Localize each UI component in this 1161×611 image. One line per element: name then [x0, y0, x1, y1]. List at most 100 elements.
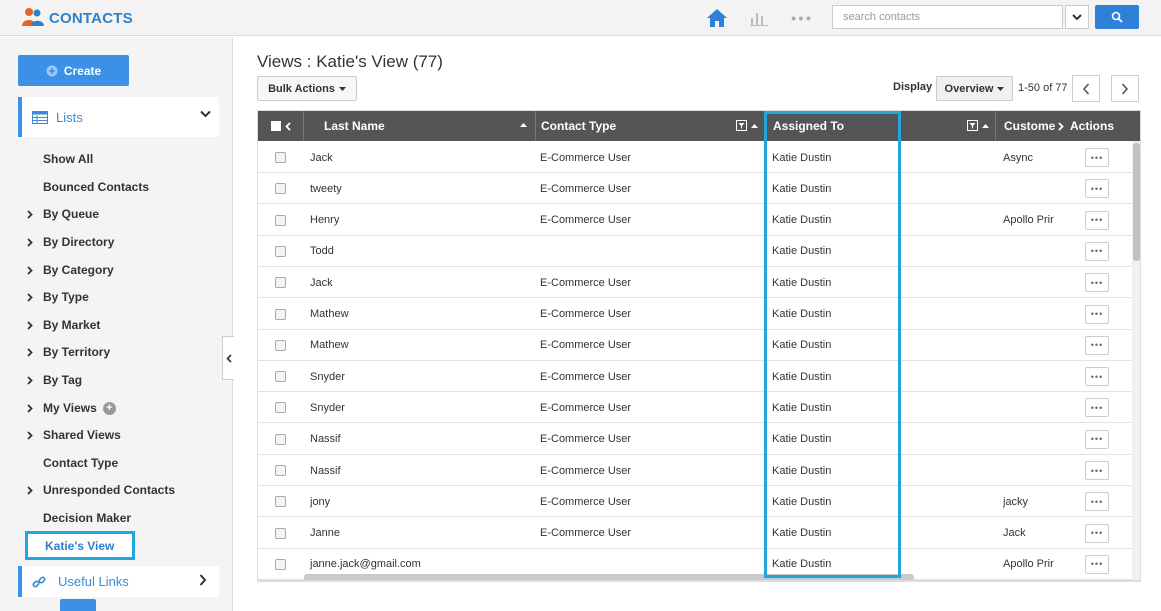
row-actions-button[interactable]: •••	[1085, 367, 1109, 387]
table-row[interactable]: jony E-Commerce User Katie Dustin jacky •••	[258, 486, 1132, 518]
row-checkbox[interactable]	[275, 465, 286, 476]
table-row[interactable]: Janne E-Commerce User Katie Dustin Jack •••	[258, 518, 1132, 549]
row-checkbox[interactable]	[275, 339, 286, 351]
row-actions-button[interactable]: •••	[1085, 179, 1109, 199]
bulk-actions-button[interactable]: Bulk Actions	[257, 76, 357, 101]
row-checkbox[interactable]	[275, 277, 286, 289]
row-checkbox[interactable]	[275, 183, 286, 195]
sidebar-item[interactable]: By Directory	[27, 233, 114, 251]
last-name-cell[interactable]: Todd	[310, 236, 535, 267]
sidebar-item[interactable]: Contact Type	[27, 454, 118, 472]
horizontal-scrollbar[interactable]	[304, 574, 914, 580]
row-actions-button[interactable]: •••	[1085, 398, 1109, 418]
table-row[interactable]: Mathew E-Commerce User Katie Dustin •••	[258, 299, 1132, 330]
row-actions-button[interactable]: •••	[1085, 492, 1109, 512]
row-checkbox[interactable]	[275, 527, 286, 539]
display-mode-select[interactable]: Overview	[936, 76, 1013, 101]
table-row[interactable]: tweety E-Commerce User Katie Dustin •••	[258, 173, 1132, 205]
row-checkbox[interactable]	[275, 496, 286, 508]
last-name-cell[interactable]: Jack	[310, 267, 535, 298]
sidebar-item[interactable]: Shared Views	[27, 426, 121, 444]
row-actions-button[interactable]: •••	[1085, 273, 1109, 293]
last-name-cell[interactable]: Mathew	[310, 330, 535, 361]
column-header-last-name[interactable]: Last Name	[304, 111, 536, 141]
next-page-button[interactable]	[1111, 75, 1139, 102]
row-checkbox[interactable]	[275, 402, 286, 414]
sort-asc-icon[interactable]	[982, 123, 989, 128]
add-view-icon[interactable]: +	[102, 401, 116, 415]
more-apps-button[interactable]: ●●●	[785, 6, 819, 30]
sidebar-item[interactable]: By Category	[27, 261, 114, 279]
create-button[interactable]: Create	[18, 55, 129, 86]
column-header-actions[interactable]: Actions	[1058, 111, 1140, 141]
column-header-customer[interactable]: Custome	[996, 111, 1064, 141]
last-name-cell[interactable]: Janne	[310, 518, 535, 549]
sidebar-item[interactable]: Unresponded Contacts	[27, 481, 175, 499]
lists-section-header[interactable]: Lists	[18, 97, 219, 137]
last-name-cell[interactable]: Jack	[310, 142, 535, 173]
last-name-cell[interactable]: Nassif	[310, 455, 535, 486]
sidebar-item[interactable]: By Territory	[27, 343, 110, 361]
last-name-cell[interactable]: Mathew	[310, 299, 535, 330]
sidebar-footer-button[interactable]	[60, 599, 96, 611]
app-logo[interactable]: CONTACTS	[22, 6, 133, 30]
sidebar-item[interactable]: By Queue	[27, 205, 99, 223]
select-all-header[interactable]	[258, 111, 304, 141]
row-checkbox[interactable]	[275, 214, 286, 226]
chevron-left-icon[interactable]	[284, 121, 291, 131]
sidebar-item-katies-view[interactable]: Katie's View	[25, 531, 135, 560]
reports-button[interactable]	[742, 6, 776, 30]
sort-asc-icon[interactable]	[520, 123, 527, 127]
table-row[interactable]: Nassif E-Commerce User Katie Dustin •••	[258, 424, 1132, 455]
sidebar-item[interactable]: Decision Maker	[27, 509, 131, 527]
sidebar-item[interactable]: My Views +	[27, 399, 116, 417]
table-row[interactable]: Snyder E-Commerce User Katie Dustin •••	[258, 361, 1132, 393]
sort-asc-icon[interactable]	[751, 123, 758, 128]
table-row[interactable]: Henry E-Commerce User Katie Dustin Apollo P…	[258, 205, 1132, 236]
vertical-scroll-thumb[interactable]	[1133, 143, 1140, 261]
row-checkbox[interactable]	[275, 371, 286, 383]
sidebar-item[interactable]: Bounced Contacts	[27, 178, 149, 196]
last-name-cell[interactable]: Snyder	[310, 361, 535, 392]
filter-icon[interactable]	[967, 120, 978, 131]
row-actions-button[interactable]: •••	[1085, 148, 1109, 167]
last-name-cell[interactable]: jony	[310, 486, 535, 517]
vertical-scrollbar[interactable]	[1132, 141, 1140, 580]
search-input[interactable]	[832, 5, 1063, 29]
last-name-cell[interactable]: Henry	[310, 205, 535, 236]
sidebar-item[interactable]: By Type	[27, 288, 89, 306]
row-actions-button[interactable]: •••	[1085, 304, 1109, 324]
table-row[interactable]: Todd Katie Dustin •••	[258, 236, 1132, 267]
search-button[interactable]	[1095, 5, 1139, 29]
table-row[interactable]: Jack E-Commerce User Katie Dustin Async •••	[258, 142, 1132, 173]
search-filter-dropdown[interactable]	[1065, 5, 1089, 29]
table-row[interactable]: Snyder E-Commerce User Katie Dustin •••	[258, 392, 1132, 424]
last-name-cell[interactable]: Nassif	[310, 424, 535, 455]
home-button[interactable]	[700, 2, 734, 34]
column-header-contact-type[interactable]: Contact Type	[536, 111, 765, 141]
row-checkbox[interactable]	[275, 558, 286, 570]
select-all-checkbox[interactable]	[270, 121, 281, 131]
previous-page-button[interactable]	[1072, 75, 1100, 102]
row-checkbox[interactable]	[275, 152, 286, 163]
table-row[interactable]: Nassif E-Commerce User Katie Dustin •••	[258, 455, 1132, 486]
row-checkbox[interactable]	[275, 433, 286, 445]
row-actions-button[interactable]: •••	[1085, 554, 1109, 574]
column-header-assigned-to[interactable]: Assigned To	[765, 111, 996, 141]
row-actions-button[interactable]: •••	[1085, 210, 1109, 230]
row-checkbox[interactable]	[275, 308, 286, 320]
row-actions-button[interactable]: •••	[1085, 241, 1109, 261]
last-name-cell[interactable]: Snyder	[310, 392, 535, 423]
last-name-cell[interactable]: tweety	[310, 173, 535, 204]
row-actions-button[interactable]: •••	[1085, 461, 1109, 480]
sidebar-item[interactable]: By Market	[27, 316, 100, 334]
filter-icon[interactable]	[736, 120, 747, 131]
sidebar-item[interactable]: Show All	[27, 150, 93, 168]
row-actions-button[interactable]: •••	[1085, 429, 1109, 449]
row-actions-button[interactable]: •••	[1085, 523, 1109, 543]
table-row[interactable]: Mathew E-Commerce User Katie Dustin •••	[258, 330, 1132, 361]
row-actions-button[interactable]: •••	[1085, 335, 1109, 355]
useful-links-header[interactable]: Useful Links	[18, 566, 219, 597]
sidebar-collapse-toggle[interactable]	[222, 336, 234, 380]
row-checkbox[interactable]	[275, 245, 286, 257]
